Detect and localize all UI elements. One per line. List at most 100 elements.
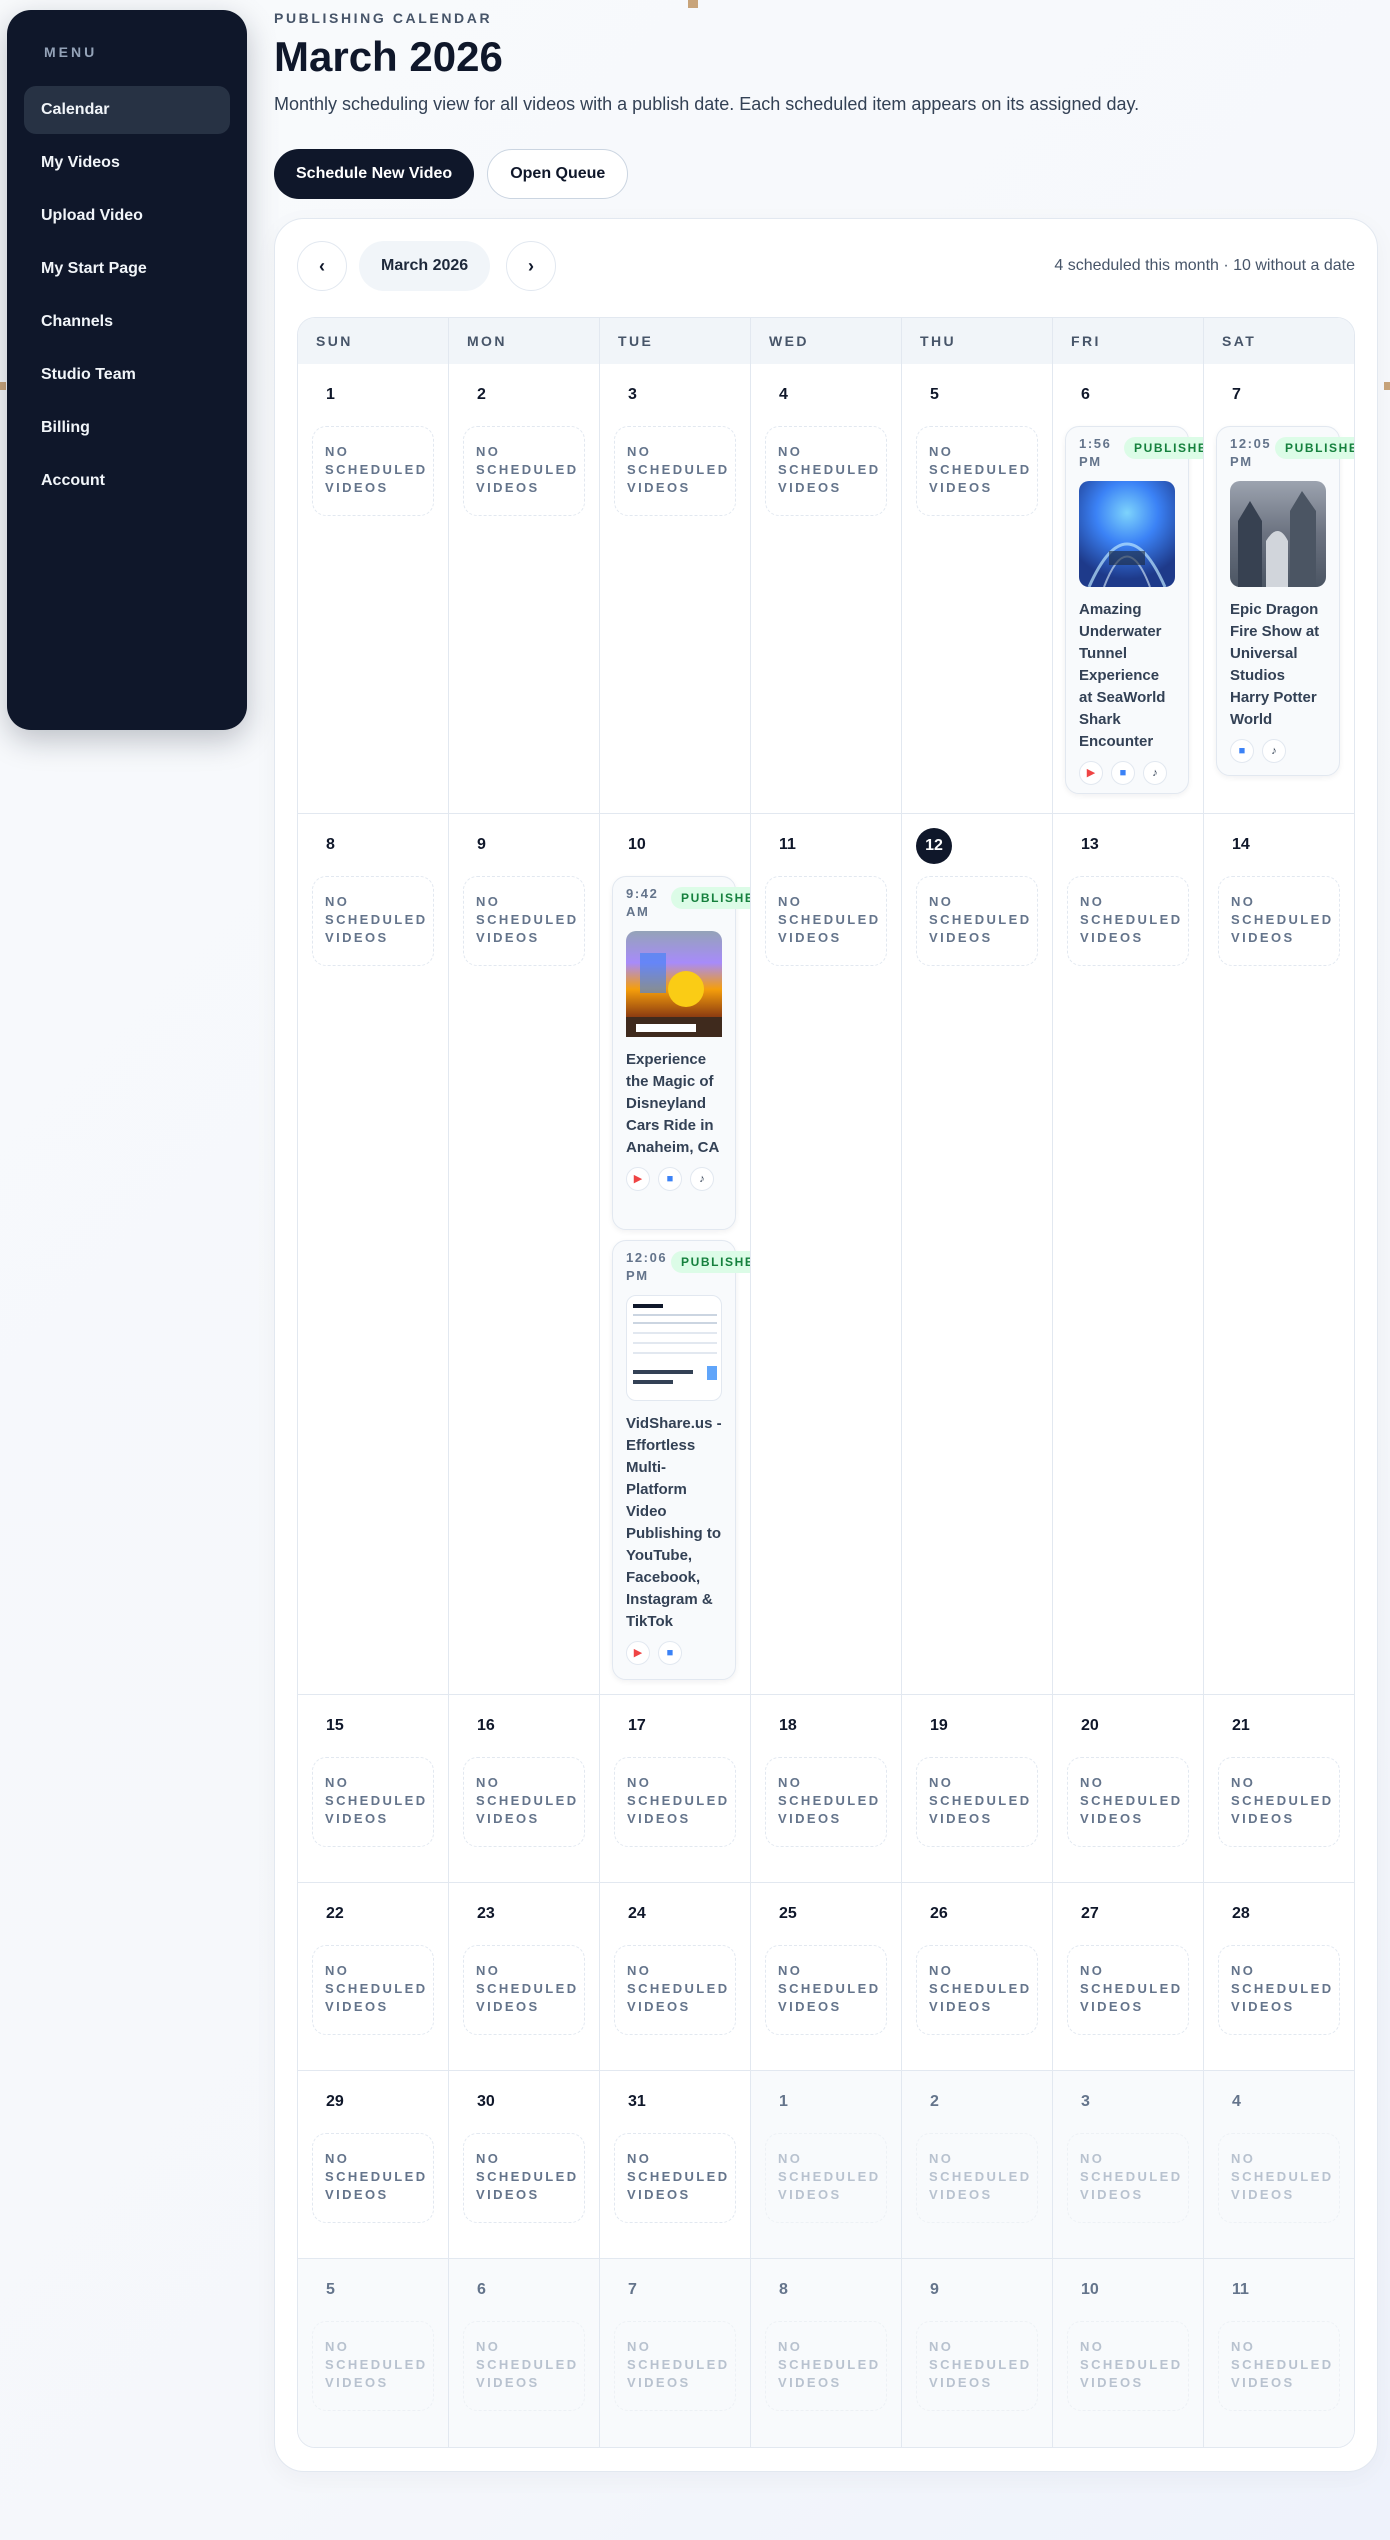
no-scheduled-videos-placeholder: NO SCHEDULED VIDEOS xyxy=(765,876,887,966)
calendar-day-cell[interactable]: 5 NO SCHEDULED VIDEOS xyxy=(902,364,1053,814)
calendar-day-cell[interactable]: 8 NO SCHEDULED VIDEOS xyxy=(298,814,449,1695)
schedule-new-video-button[interactable]: Schedule New Video xyxy=(274,149,475,200)
sidebar-item-account[interactable]: Account xyxy=(24,457,230,505)
day-number: 5 xyxy=(930,386,939,403)
calendar-day-cell[interactable]: 6 1:56 PM PUBLISHED Amazing Underwater Tunn… xyxy=(1053,364,1204,814)
calendar-day-cell[interactable]: 18 NO SCHEDULED VIDEOS xyxy=(751,1695,902,1883)
calendar-day-cell[interactable]: 22 NO SCHEDULED VIDEOS xyxy=(298,1883,449,2071)
video-thumbnail[interactable] xyxy=(626,931,722,1037)
calendar-day-cell[interactable]: 4 NO SCHEDULED VIDEOS xyxy=(751,364,902,814)
next-month-button[interactable]: › xyxy=(506,241,556,291)
day-number: 17 xyxy=(628,1717,646,1734)
no-scheduled-videos-placeholder: NO SCHEDULED VIDEOS xyxy=(614,1757,736,1847)
month-label[interactable]: March 2026 xyxy=(359,241,491,291)
video-title[interactable]: Epic Dragon Fire Show at Universal Studi… xyxy=(1230,599,1326,731)
sidebar-item-calendar[interactable]: Calendar xyxy=(24,86,230,134)
calendar-day-cell[interactable]: 2 NO SCHEDULED VIDEOS xyxy=(902,2071,1053,2259)
chevron-right-icon: › xyxy=(528,256,534,276)
sidebar-item-channels[interactable]: Channels xyxy=(24,298,230,346)
status-badge: PUBLISHED xyxy=(1275,437,1354,459)
calendar-day-cell[interactable]: 15 NO SCHEDULED VIDEOS xyxy=(298,1695,449,1883)
video-thumbnail[interactable] xyxy=(1079,481,1175,588)
video-title[interactable]: Experience the Magic of Disneyland Cars … xyxy=(626,1049,722,1159)
calendar-day-cell[interactable]: 19 NO SCHEDULED VIDEOS xyxy=(902,1695,1053,1883)
scheduled-video-card[interactable]: 9:42 AM PUBLISHED Experience the Magic of … xyxy=(612,876,750,1230)
video-title[interactable]: Amazing Underwater Tunnel Experience at … xyxy=(1079,599,1175,753)
youtube-icon: ▶ xyxy=(626,1641,650,1665)
calendar-day-cell[interactable]: 21 NO SCHEDULED VIDEOS xyxy=(1204,1695,1354,1883)
day-number: 27 xyxy=(1081,1905,1099,1922)
day-number: 29 xyxy=(326,2093,344,2110)
weekday-header: SUN MON TUE WED THU FRI SAT xyxy=(298,318,1354,364)
video-thumbnail[interactable] xyxy=(626,1295,722,1401)
page-eyebrow: PUBLISHING CALENDAR xyxy=(274,10,493,26)
calendar-day-cell[interactable]: 9 NO SCHEDULED VIDEOS xyxy=(449,814,600,1695)
calendar-day-cell[interactable]: 11 NO SCHEDULED VIDEOS xyxy=(751,814,902,1695)
calendar-day-cell[interactable]: 29 NO SCHEDULED VIDEOS xyxy=(298,2071,449,2259)
no-scheduled-videos-placeholder: NO SCHEDULED VIDEOS xyxy=(765,1945,887,2035)
calendar-day-cell[interactable]: 20 NO SCHEDULED VIDEOS xyxy=(1053,1695,1204,1883)
calendar-day-cell[interactable]: 7 12:05 PMPUBLISHED Epic Dragon Fire Show … xyxy=(1204,364,1354,814)
calendar-day-cell[interactable]: 7 NO SCHEDULED VIDEOS xyxy=(600,2259,751,2447)
calendar-day-cell[interactable]: 25 NO SCHEDULED VIDEOS xyxy=(751,1883,902,2071)
calendar-day-cell[interactable]: 27 NO SCHEDULED VIDEOS xyxy=(1053,1883,1204,2071)
no-scheduled-videos-placeholder: NO SCHEDULED VIDEOS xyxy=(916,1945,1038,2035)
calendar-day-cell[interactable]: 14 NO SCHEDULED VIDEOS xyxy=(1204,814,1354,1695)
facebook-icon: ■ xyxy=(1111,761,1135,785)
open-queue-button[interactable]: Open Queue xyxy=(487,149,629,200)
day-number: 30 xyxy=(477,2093,495,2110)
calendar-day-cell[interactable]: 5 NO SCHEDULED VIDEOS xyxy=(298,2259,449,2447)
main-content: PUBLISHING CALENDAR March 2026 Monthly s… xyxy=(274,0,1378,2472)
day-number: 20 xyxy=(1081,1717,1099,1734)
no-scheduled-videos-placeholder: NO SCHEDULED VIDEOS xyxy=(463,1945,585,2035)
calendar-day-cell[interactable]: 1 NO SCHEDULED VIDEOS xyxy=(751,2071,902,2259)
today-day-number: 12 xyxy=(916,828,952,864)
calendar-day-cell[interactable]: 26 NO SCHEDULED VIDEOS xyxy=(902,1883,1053,2071)
sidebar-item-upload-video[interactable]: Upload Video xyxy=(24,192,230,240)
calendar-day-cell[interactable]: 31 NO SCHEDULED VIDEOS xyxy=(600,2071,751,2259)
no-scheduled-videos-placeholder: NO SCHEDULED VIDEOS xyxy=(1218,1757,1340,1847)
day-number: 28 xyxy=(1232,1905,1250,1922)
calendar-day-cell[interactable]: 12 NO SCHEDULED VIDEOS xyxy=(902,814,1053,1695)
calendar-day-cell[interactable]: 8 NO SCHEDULED VIDEOS xyxy=(751,2259,902,2447)
sidebar-item-my-videos[interactable]: My Videos xyxy=(24,139,230,187)
calendar-day-cell[interactable]: 10 9:42 AM PUBLISHED Experience the Magic o… xyxy=(600,814,751,1695)
calendar-day-cell[interactable]: 3 NO SCHEDULED VIDEOS xyxy=(1053,2071,1204,2259)
calendar-day-cell[interactable]: 24 NO SCHEDULED VIDEOS xyxy=(600,1883,751,2071)
no-scheduled-videos-placeholder: NO SCHEDULED VIDEOS xyxy=(463,426,585,516)
scheduled-video-card[interactable]: 1:56 PM PUBLISHED Amazing Underwater Tunne… xyxy=(1065,426,1203,794)
sidebar: MENU Calendar My Videos Upload Video My Sta… xyxy=(7,10,247,730)
sidebar-item-my-start-page[interactable]: My Start Page xyxy=(24,245,230,293)
no-scheduled-videos-placeholder: NO SCHEDULED VIDEOS xyxy=(463,2321,585,2411)
calendar-day-cell[interactable]: 16 NO SCHEDULED VIDEOS xyxy=(449,1695,600,1883)
calendar-day-cell[interactable]: 11 NO SCHEDULED VIDEOS xyxy=(1204,2259,1354,2447)
calendar-day-cell[interactable]: 9 NO SCHEDULED VIDEOS xyxy=(902,2259,1053,2447)
day-number: 19 xyxy=(930,1717,948,1734)
calendar-day-cell[interactable]: 4 NO SCHEDULED VIDEOS xyxy=(1204,2071,1354,2259)
sidebar-item-billing[interactable]: Billing xyxy=(24,404,230,452)
calendar-day-cell[interactable]: 1 NO SCHEDULED VIDEOS xyxy=(298,364,449,814)
prev-month-button[interactable]: ‹ xyxy=(297,241,347,291)
publish-time: 12:05 PM xyxy=(1230,436,1272,469)
day-number: 26 xyxy=(930,1905,948,1922)
calendar-day-cell[interactable]: 30 NO SCHEDULED VIDEOS xyxy=(449,2071,600,2259)
calendar-day-cell[interactable]: 2 NO SCHEDULED VIDEOS xyxy=(449,364,600,814)
publish-time: 1:56 PM xyxy=(1079,436,1112,469)
scheduled-video-card[interactable]: 12:06 PMPUBLISHED VidShare.us - Effortles… xyxy=(612,1240,750,1680)
video-title[interactable]: VidShare.us - Effortless Multi-Platform … xyxy=(626,1413,722,1633)
no-scheduled-videos-placeholder: NO SCHEDULED VIDEOS xyxy=(1218,2321,1340,2411)
calendar-day-cell[interactable]: 13 NO SCHEDULED VIDEOS xyxy=(1053,814,1204,1695)
day-number: 3 xyxy=(1081,2093,1090,2110)
calendar-day-cell[interactable]: 28 NO SCHEDULED VIDEOS xyxy=(1204,1883,1354,2071)
calendar-day-cell[interactable]: 17 NO SCHEDULED VIDEOS xyxy=(600,1695,751,1883)
day-number: 25 xyxy=(779,1905,797,1922)
sidebar-item-studio-team[interactable]: Studio Team xyxy=(24,351,230,399)
calendar-day-cell[interactable]: 23 NO SCHEDULED VIDEOS xyxy=(449,1883,600,2071)
calendar-day-cell[interactable]: 3 NO SCHEDULED VIDEOS xyxy=(600,364,751,814)
video-thumbnail[interactable] xyxy=(1230,481,1326,587)
scheduled-video-card[interactable]: 12:05 PMPUBLISHED Epic Dragon Fire Show a… xyxy=(1216,426,1354,776)
calendar-day-cell[interactable]: 10 NO SCHEDULED VIDEOS xyxy=(1053,2259,1204,2447)
platform-icons: ▶ ■ ♪ xyxy=(626,1167,722,1191)
platform-icons: ▶ ■ ♪ xyxy=(1079,761,1175,785)
calendar-day-cell[interactable]: 6 NO SCHEDULED VIDEOS xyxy=(449,2259,600,2447)
